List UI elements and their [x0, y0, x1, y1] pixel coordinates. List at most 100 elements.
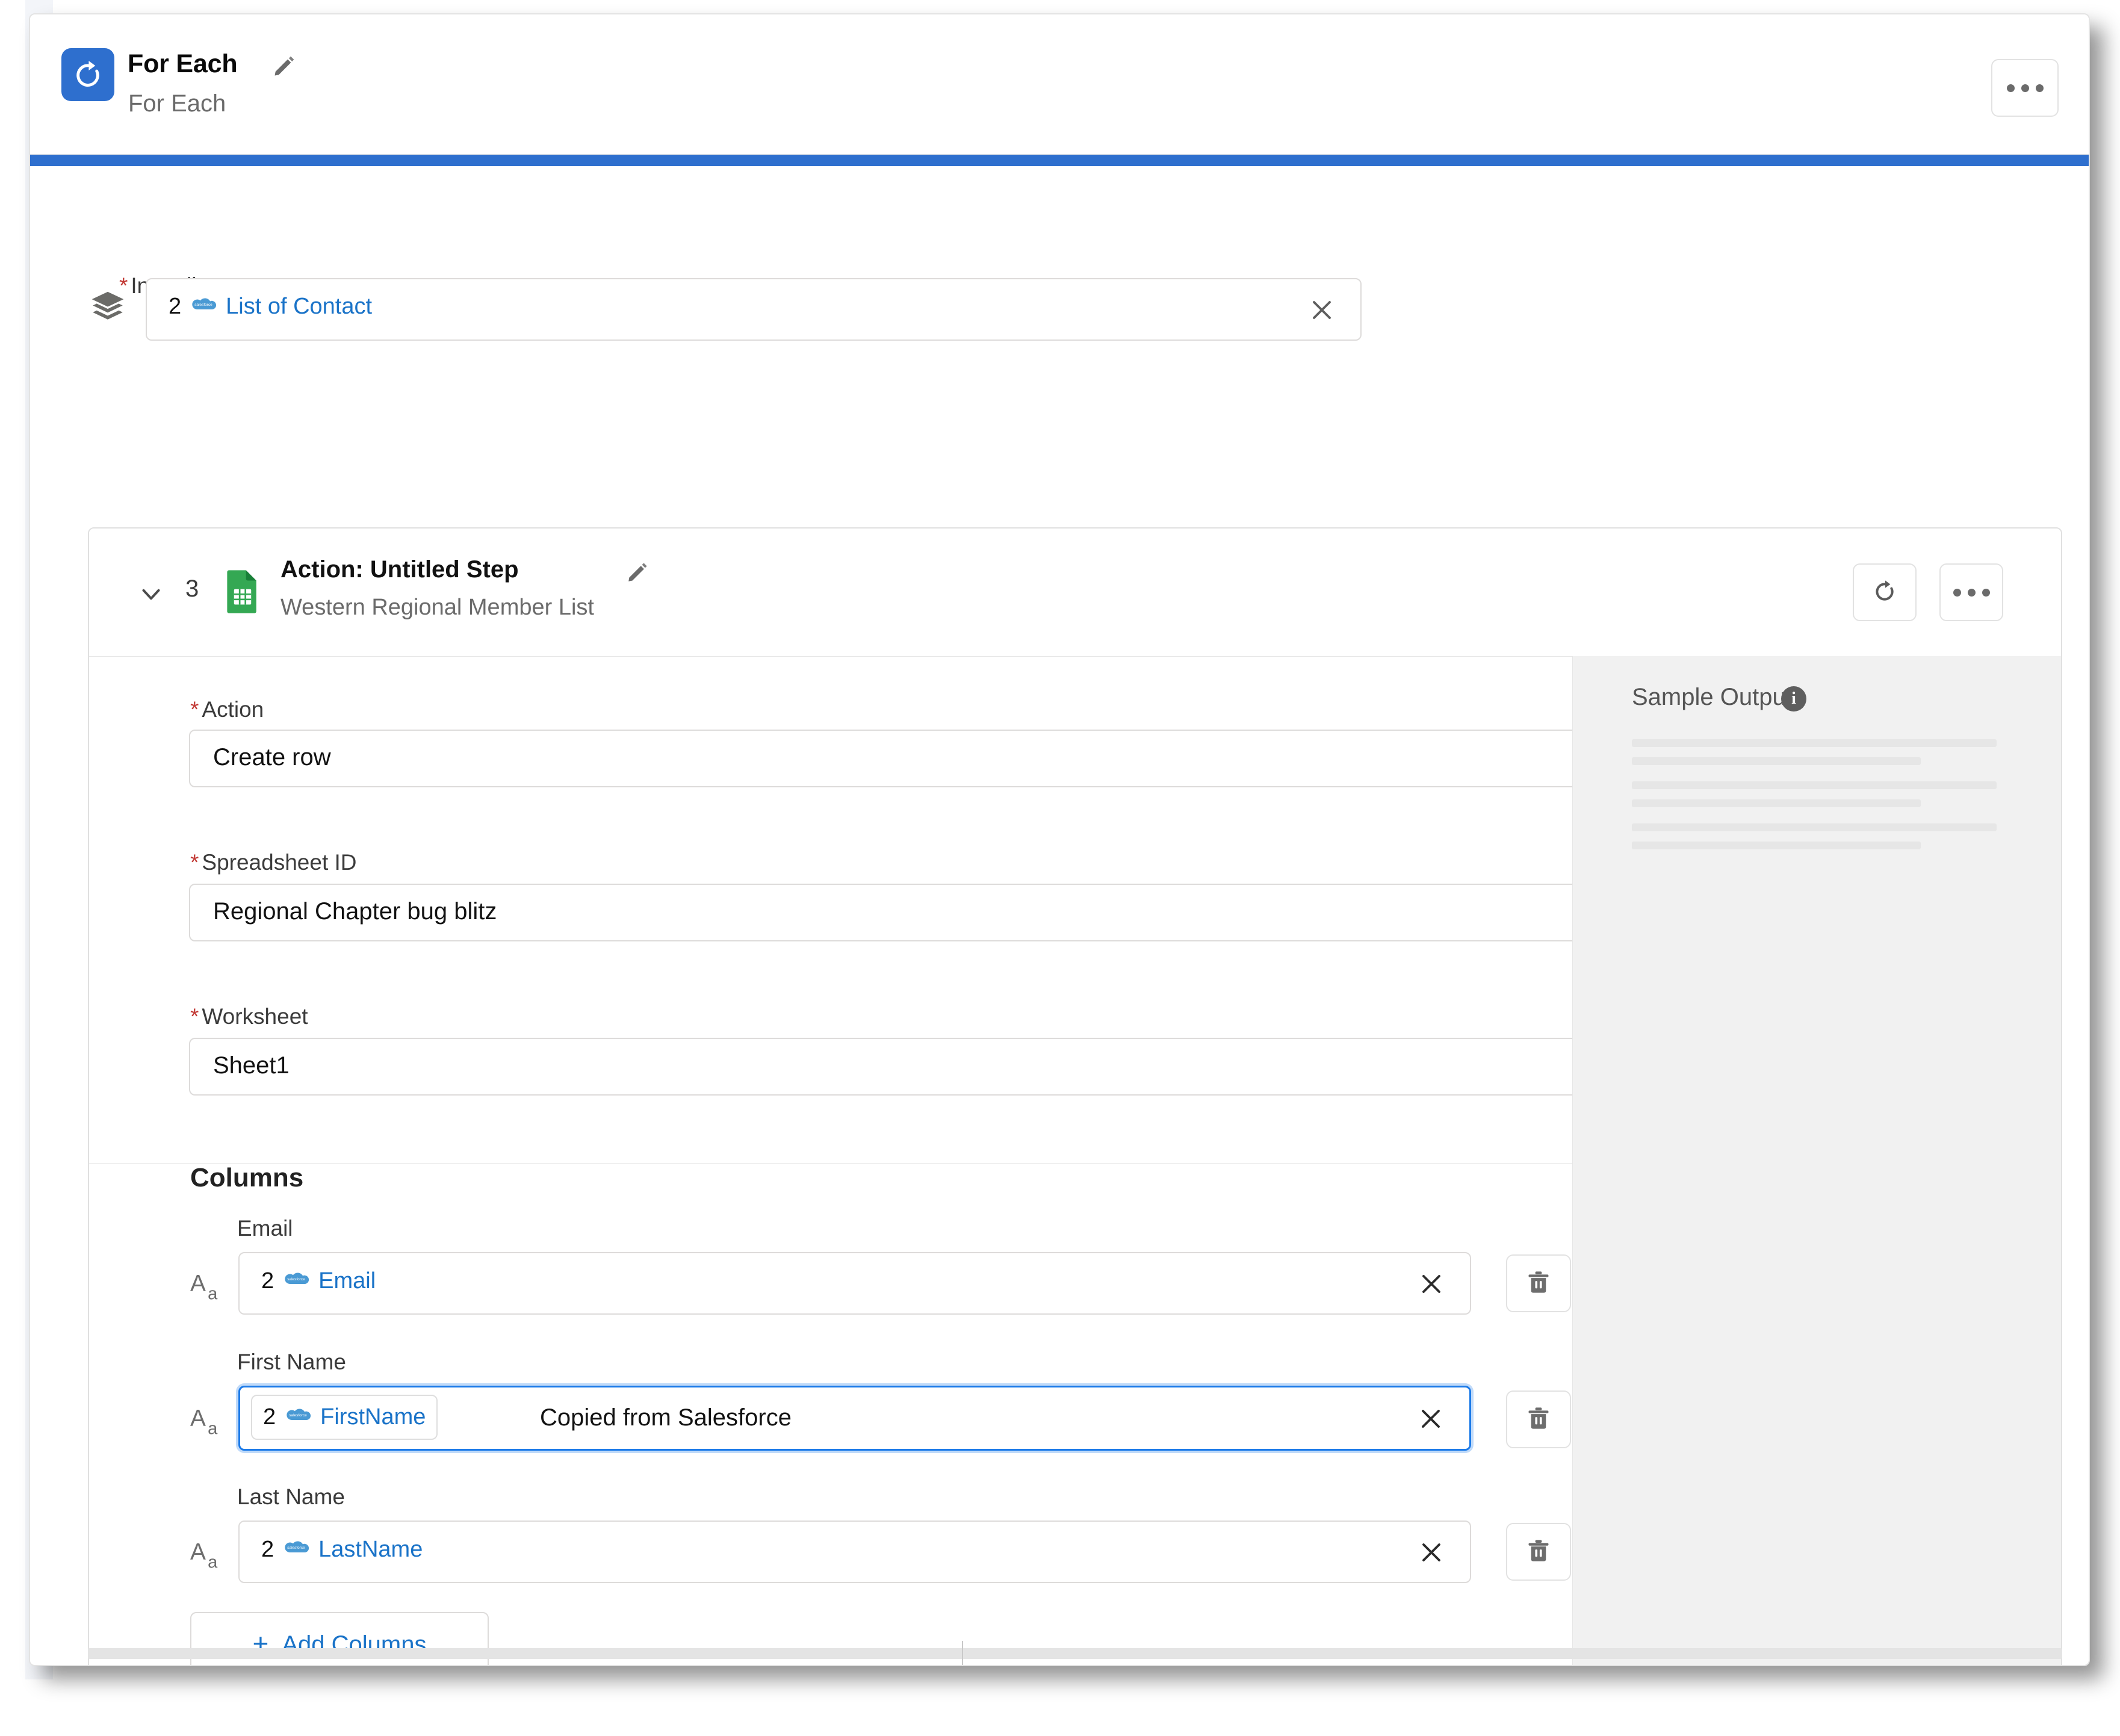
action-step-number: 3 [185, 575, 199, 602]
salesforce-cloud-icon: salesforce [282, 1271, 310, 1292]
spreadsheet-id-value: Regional Chapter bug blitz [213, 898, 497, 925]
input-list-chip-number: 2 [169, 294, 182, 319]
ellipsis-icon [1967, 588, 1976, 597]
action-field-label: * Action [190, 697, 264, 722]
trash-icon [1525, 1404, 1552, 1435]
header-overflow-menu-button[interactable] [1991, 59, 2059, 117]
spreadsheet-id-label: * Spreadsheet ID [190, 850, 357, 875]
ellipsis-icon [1982, 588, 1990, 597]
column-chip-first-name: 2 salesforce FirstName [251, 1395, 438, 1440]
action-fields-panel: * Action Create row * Spreadsheet ID Reg… [89, 656, 1622, 1164]
svg-text:a: a [208, 1419, 218, 1438]
svg-text:salesforce: salesforce [287, 1277, 305, 1281]
svg-text:A: A [190, 1539, 206, 1565]
column-chip-email: 2 salesforce Email [261, 1268, 376, 1294]
scrollbar-divider [962, 1641, 963, 1665]
pencil-icon[interactable] [625, 559, 651, 585]
required-marker: * [190, 850, 199, 875]
columns-title: Columns [190, 1163, 304, 1192]
step-editor-window: For Each For Each *Input list [29, 13, 2090, 1666]
sample-output-title: Sample Output [1632, 684, 1793, 710]
ellipsis-icon [2021, 84, 2029, 92]
action-step-subtitle: Western Regional Member List [280, 595, 594, 620]
svg-text:a: a [208, 1284, 218, 1303]
column-label-email: Email [237, 1216, 293, 1241]
svg-text:a: a [208, 1552, 218, 1572]
column-chip-name: Email [318, 1268, 376, 1294]
action-field-input[interactable]: Create row [189, 730, 1622, 787]
ellipsis-icon [2006, 84, 2015, 92]
required-marker: * [190, 1004, 199, 1029]
svg-text:A: A [190, 1406, 206, 1431]
close-x-icon[interactable] [1417, 1538, 1446, 1567]
action-field-value: Create row [213, 744, 331, 770]
step-body: *Input list 2 salesforce [30, 166, 2089, 1665]
delete-column-email-button[interactable] [1506, 1254, 1571, 1312]
input-list-chip-name: List of Contact [226, 294, 373, 319]
column-label-first-name: First Name [237, 1350, 346, 1374]
skeleton-line [1632, 781, 1997, 789]
skeleton-line [1632, 757, 1921, 765]
action-field-label-text: Action [202, 697, 264, 722]
pencil-icon[interactable] [271, 52, 299, 79]
skeleton-line [1632, 799, 1921, 807]
sample-output-panel: Sample Output i [1572, 656, 2061, 1665]
trash-icon [1525, 1537, 1552, 1567]
google-sheets-icon [225, 569, 260, 613]
action-overflow-menu-button[interactable] [1939, 563, 2003, 621]
column-value-last-name[interactable]: 2 salesforce LastName [238, 1521, 1471, 1583]
skeleton-line [1632, 823, 1997, 831]
column-chip-number: 2 [261, 1268, 274, 1294]
worksheet-input[interactable]: Sheet1 [189, 1038, 1622, 1096]
ellipsis-icon [1953, 588, 1961, 597]
step-subtitle: For Each [128, 90, 226, 117]
horizontal-scrollbar[interactable] [88, 1648, 2062, 1659]
salesforce-cloud-icon: salesforce [282, 1540, 310, 1560]
layers-icon [89, 288, 126, 325]
svg-text:salesforce: salesforce [194, 302, 212, 306]
column-value-first-name[interactable]: 2 salesforce FirstName Copied from Sales… [238, 1386, 1471, 1451]
refresh-button[interactable] [1853, 563, 1917, 621]
accent-bar [30, 155, 2089, 166]
info-icon[interactable]: i [1781, 686, 1806, 711]
text-type-icon: A a [190, 1537, 230, 1575]
svg-text:salesforce: salesforce [287, 1545, 305, 1549]
ellipsis-icon [2035, 84, 2044, 92]
column-label-last-name: Last Name [237, 1484, 345, 1509]
required-marker: * [190, 697, 199, 722]
chevron-down-icon[interactable] [136, 579, 166, 609]
worksheet-label-text: Worksheet [202, 1004, 308, 1029]
column-chip-name: FirstName [320, 1404, 426, 1430]
skeleton-line [1632, 739, 1997, 747]
skeleton-line [1632, 842, 1921, 849]
worksheet-value: Sheet1 [213, 1052, 290, 1079]
text-type-icon: A a [190, 1269, 230, 1306]
text-type-icon: A a [190, 1404, 230, 1441]
action-step-header: 3 Action: Untitled Step Western Regional… [89, 529, 2061, 657]
worksheet-label: * Worksheet [190, 1004, 308, 1029]
spreadsheet-id-input[interactable]: Regional Chapter bug blitz [189, 884, 1622, 941]
column-extra-text-first-name: Copied from Salesforce [540, 1404, 792, 1431]
spreadsheet-id-label-text: Spreadsheet ID [202, 850, 357, 875]
input-list-combobox[interactable]: 2 salesforce List of Contact [146, 278, 1362, 341]
close-x-icon[interactable] [1417, 1269, 1446, 1298]
column-value-email[interactable]: 2 salesforce Email [238, 1252, 1471, 1315]
delete-column-last-name-button[interactable] [1506, 1523, 1571, 1581]
refresh-icon [1870, 577, 1899, 609]
column-chip-name: LastName [318, 1537, 423, 1562]
step-header: For Each For Each [30, 14, 2089, 155]
column-chip-number: 2 [261, 1537, 274, 1562]
delete-column-first-name-button[interactable] [1506, 1390, 1571, 1448]
trash-icon [1525, 1268, 1552, 1299]
column-chip-number: 2 [263, 1404, 276, 1430]
close-x-icon[interactable] [1307, 296, 1336, 324]
input-list-chip: 2 salesforce List of Contact [169, 294, 372, 320]
close-x-icon[interactable] [1416, 1404, 1445, 1433]
salesforce-cloud-icon: salesforce [284, 1407, 312, 1428]
salesforce-cloud-icon: salesforce [190, 297, 217, 317]
page-title: For Each [128, 49, 238, 78]
action-step-title: Action: Untitled Step [280, 556, 519, 583]
svg-text:salesforce: salesforce [289, 1413, 307, 1417]
column-chip-last-name: 2 salesforce LastName [261, 1537, 423, 1563]
action-step-card: 3 Action: Untitled Step Western Regional… [88, 527, 2062, 1665]
